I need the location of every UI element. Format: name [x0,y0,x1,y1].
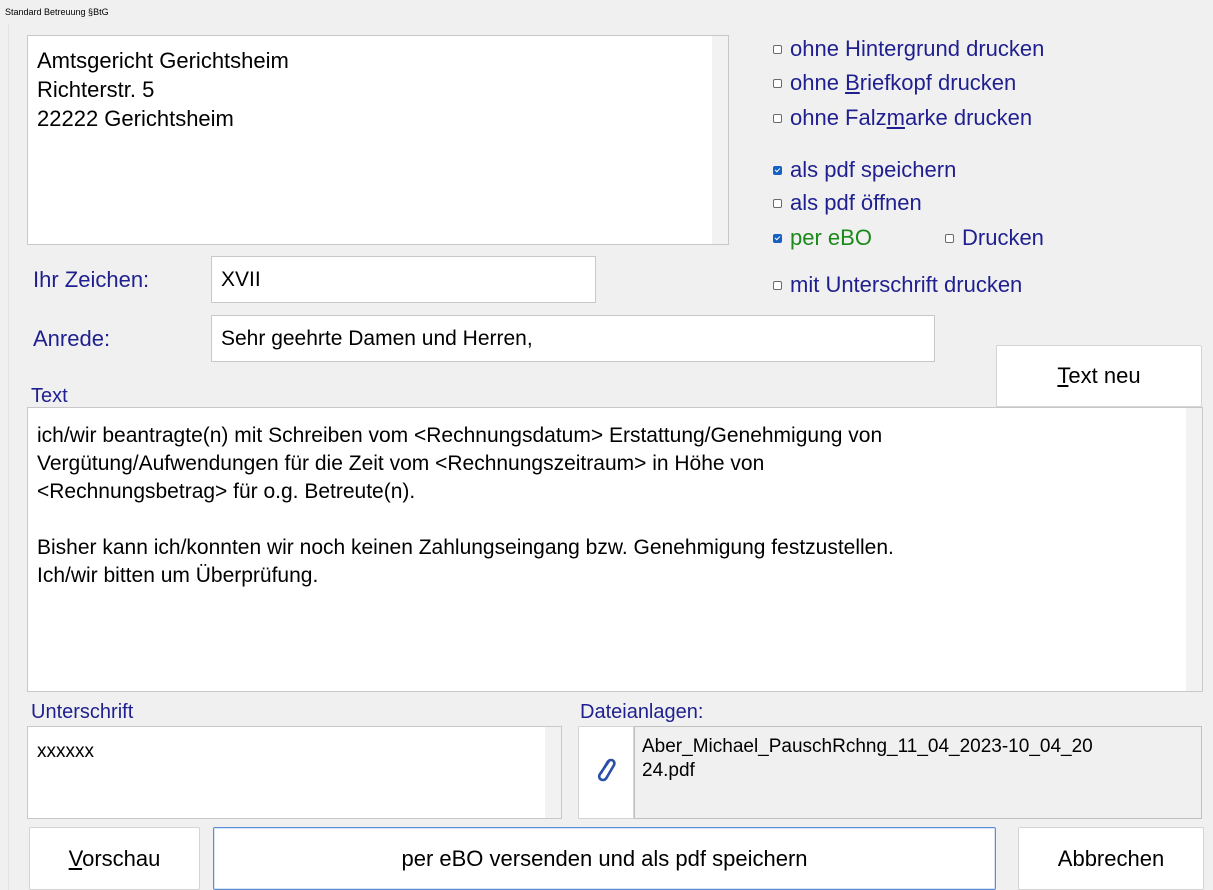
text-new-button-label: Text neu [1057,363,1141,388]
checkbox-no-letterhead[interactable] [773,78,782,88]
address-line-1: Amtsgericht Gerichtsheim [37,48,289,73]
checkbox-print[interactable] [945,233,954,243]
text-line-2: Vergütung/Aufwendungen für die Zeit vom … [37,452,765,475]
address-line-2: Richterstr. 5 [37,77,155,102]
ihr-zeichen-field[interactable]: XVII [211,256,596,303]
preview-button[interactable]: Vorschau [29,827,200,890]
address-scrollbar[interactable] [712,36,728,244]
option-no-letterhead[interactable]: ohne Briefkopf drucken [773,70,1016,96]
checkbox-open-pdf[interactable] [773,198,782,208]
option-no-background-label: ohne Hintergrund drucken [790,36,1045,61]
anrede-value: Sehr geehrte Damen und Herren, [221,326,533,350]
option-no-foldmark[interactable]: ohne Falzmarke drucken [773,105,1032,131]
option-with-signature[interactable]: mit Unterschrift drucken [773,272,1022,298]
window-left-border [0,24,9,890]
option-open-pdf[interactable]: als pdf öffnen [773,190,922,216]
send-ebo-button-label: per eBO versenden und als pdf speichern [401,845,808,871]
text-line-4 [37,506,1176,534]
signature-value: xxxxxx [37,741,94,762]
text-label: Text [31,385,68,407]
attach-button[interactable] [578,726,634,819]
attachments-panel: Aber_Michael_PauschRchng_11_04_2023-10_0… [578,726,1202,819]
ihr-zeichen-value: XVII [221,267,261,291]
checkbox-with-signature[interactable] [773,280,782,290]
text-line-1: ich/wir beantragte(n) mit Schreiben vom … [37,424,883,447]
signature-label: Unterschrift [31,701,134,723]
option-print[interactable]: Drucken [945,225,1044,251]
checkbox-no-foldmark[interactable] [773,113,782,123]
send-ebo-button[interactable]: per eBO versenden und als pdf speichern [213,827,996,890]
checkbox-no-background[interactable] [773,44,782,54]
option-no-letterhead-label: ohne Briefkopf drucken [790,70,1017,95]
text-line-6: Ich/wir bitten um Überprüfung. [37,564,319,587]
text-area[interactable]: ich/wir beantragte(n) mit Schreiben vom … [27,407,1203,692]
option-open-pdf-label: als pdf öffnen [790,190,922,215]
attachment-list[interactable]: Aber_Michael_PauschRchng_11_04_2023-10_0… [634,726,1202,819]
cancel-button[interactable]: Abbrechen [1018,827,1204,890]
option-save-pdf-label: als pdf speichern [790,157,957,182]
anrede-field[interactable]: Sehr geehrte Damen und Herren, [211,315,935,362]
text-line-5: Bisher kann ich/konnten wir noch keinen … [37,536,894,559]
text-scrollbar[interactable] [1186,408,1202,691]
option-no-background[interactable]: ohne Hintergrund drucken [773,36,1044,62]
cancel-button-label: Abbrechen [1057,845,1165,871]
option-with-signature-label: mit Unterschrift drucken [790,272,1023,297]
signature-field[interactable]: xxxxxx [27,726,562,819]
option-print-label: Drucken [962,225,1044,250]
checkbox-per-ebo[interactable] [773,233,782,243]
address-box[interactable]: Amtsgericht Gerichtsheim Richterstr. 5 2… [27,35,729,245]
title-bar: Standard Betreuung §BtG [0,0,1213,24]
ihr-zeichen-label: Ihr Zeichen: [33,267,150,292]
address-line-3: 22222 Gerichtsheim [37,106,234,131]
paperclip-icon [594,756,618,789]
signature-scrollbar[interactable] [545,727,561,818]
text-new-button[interactable]: Text neu [996,345,1202,407]
preview-button-label: Vorschau [68,845,161,871]
checkbox-save-pdf[interactable] [773,165,782,175]
option-per-ebo[interactable]: per eBO [773,225,872,251]
window-title: Standard Betreuung §BtG [5,7,109,17]
attachments-label: Dateianlagen: [580,701,704,723]
attachment-file-line-1: Aber_Michael_PauschRchng_11_04_2023-10_0… [642,736,1093,757]
anrede-label: Anrede: [33,326,111,351]
option-no-foldmark-label: ohne Falzmarke drucken [790,105,1033,130]
text-line-3: <Rechnungsbetrag> für o.g. Betreute(n). [37,480,416,503]
option-save-pdf[interactable]: als pdf speichern [773,157,956,183]
option-per-ebo-label: per eBO [790,225,872,250]
attachment-file-line-2: 24.pdf [642,760,695,781]
